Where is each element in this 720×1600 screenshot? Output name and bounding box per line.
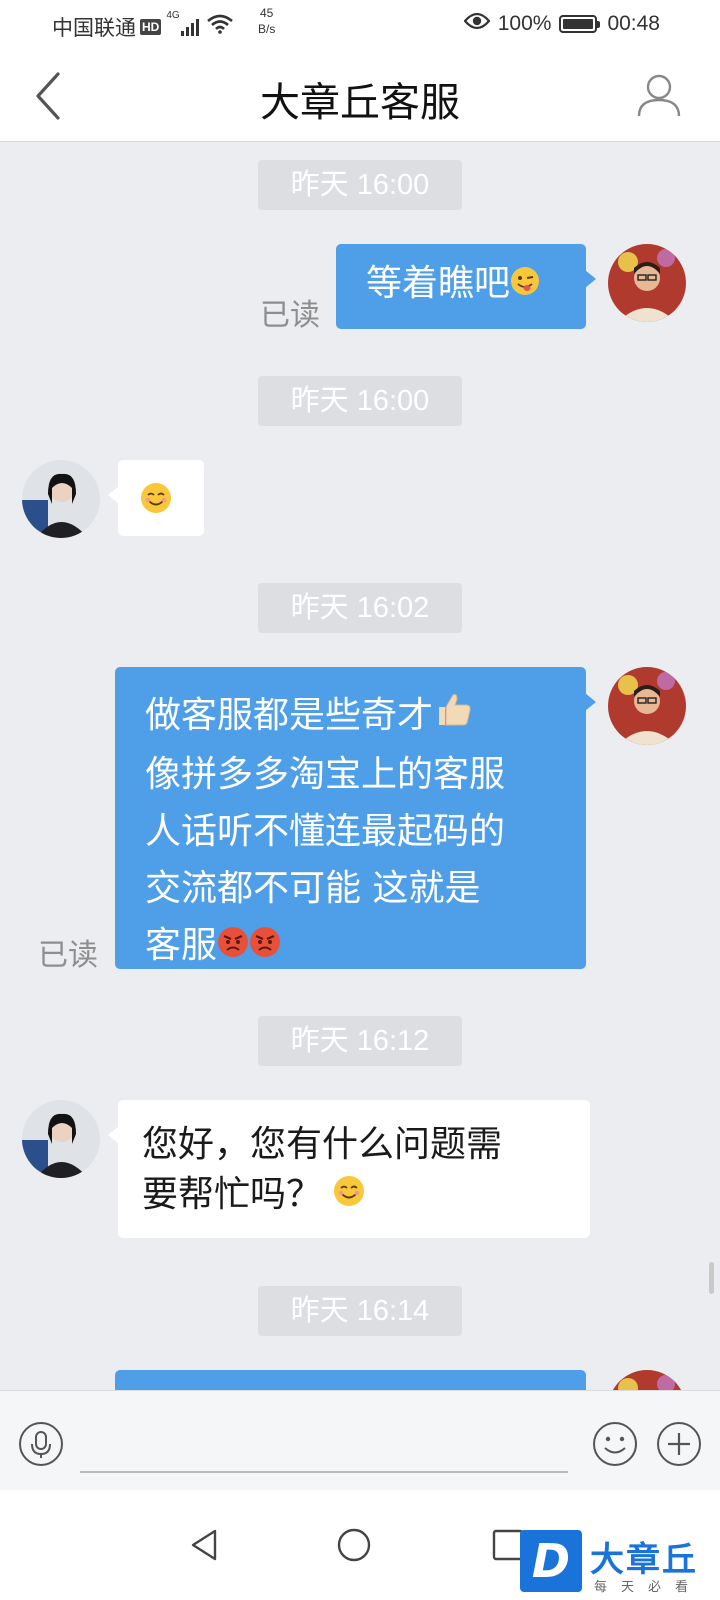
clock: 00:48 [607,12,660,35]
angry-emoji-icon [249,918,281,975]
voice-button[interactable] [18,1421,64,1467]
message-line: 您好，您有什么问题需 [142,1124,503,1165]
emoji-icon [593,1422,637,1466]
message-line: 交流都不可能 这就是 [145,867,481,909]
thumbs-up-emoji-icon [433,689,473,746]
plus-icon [657,1422,701,1466]
person-icon [637,74,681,117]
net-speed-unit: B/s [258,22,276,36]
net-speed-value: 45 [259,6,274,20]
message-line: 像拼多多淘宝上的客服 [145,753,506,795]
sent-message-bubble[interactable]: 做客服都是些奇才 像拼多多淘宝上的客服 人话听不懂连最起码的 交流都不可能 这就… [115,667,596,969]
status-left: 中国联通 HD 4G [52,10,233,42]
avatar[interactable] [22,460,100,538]
smile-emoji-icon [333,1171,365,1221]
message-text: 等着瞧吧 [366,263,511,304]
watermark-name: 大章丘 [590,1540,698,1580]
avatar[interactable] [608,1370,686,1390]
avatar[interactable] [608,244,686,322]
page-title: 大章丘客服 [260,80,460,126]
read-status: 已读 [260,298,320,333]
timestamp: 昨天 16:00 [258,376,462,426]
system-home-button[interactable] [332,1523,376,1567]
carrier-label: 中国联通 [52,17,136,40]
scrollbar-thumb[interactable] [709,1262,714,1294]
message-input-bar [0,1390,720,1490]
tongue-wink-emoji-icon [510,261,540,309]
message-line: 做客服都是些奇才 [145,687,586,746]
timestamp: 昨天 16:00 [258,160,462,210]
sent-message-bubble[interactable] [115,1370,586,1390]
net-speed: 45 B/s [258,5,275,37]
battery-percent: 100% [497,12,552,35]
read-status: 已读 [38,938,98,973]
mic-icon [19,1422,63,1466]
timestamp: 昨天 16:02 [258,583,462,633]
hd-badge: HD [140,19,162,35]
message-input[interactable] [80,1417,568,1473]
home-circle-icon [337,1528,371,1562]
avatar[interactable] [608,667,686,745]
message-line: 要帮忙吗？ [142,1170,590,1221]
avatar[interactable] [22,1100,100,1178]
message-line: 人话听不懂连最起码的 [145,810,506,852]
received-message-bubble[interactable]: 您好，您有什么问题需 要帮忙吗？ [108,1100,590,1238]
sent-message-bubble[interactable]: 等着瞧吧 [336,244,596,329]
message-line: 客服 [145,917,586,976]
watermark-slogan: 每天必看 [594,1580,703,1595]
chat-header: 大章丘客服 [0,50,720,142]
emoji-button[interactable] [592,1421,638,1467]
signal-icon [180,18,201,36]
wifi-icon [206,14,233,40]
more-button[interactable] [656,1421,702,1467]
profile-button[interactable] [636,72,682,118]
chat-area[interactable]: 昨天 16:00 等着瞧吧 已读 昨天 16:00 昨天 16:02 做客服都是… [0,142,720,1390]
system-back-button[interactable] [183,1523,227,1567]
status-right: 100% 00:48 [463,12,660,36]
angry-emoji-icon [217,918,249,975]
received-message-bubble[interactable] [108,460,204,536]
watermark-logo: D 大章丘 每天必看 [520,1530,720,1600]
status-bar: 中国联通 HD 4G 45 B/s 100% 00:48 [0,0,720,50]
battery-icon [559,15,601,33]
network-type: 4G [166,10,180,21]
eye-icon [463,12,491,36]
timestamp: 昨天 16:14 [258,1286,462,1336]
back-triangle-icon [191,1529,217,1561]
smile-emoji-icon [140,479,172,527]
watermark-letter: D [520,1530,582,1592]
timestamp: 昨天 16:12 [258,1016,462,1066]
